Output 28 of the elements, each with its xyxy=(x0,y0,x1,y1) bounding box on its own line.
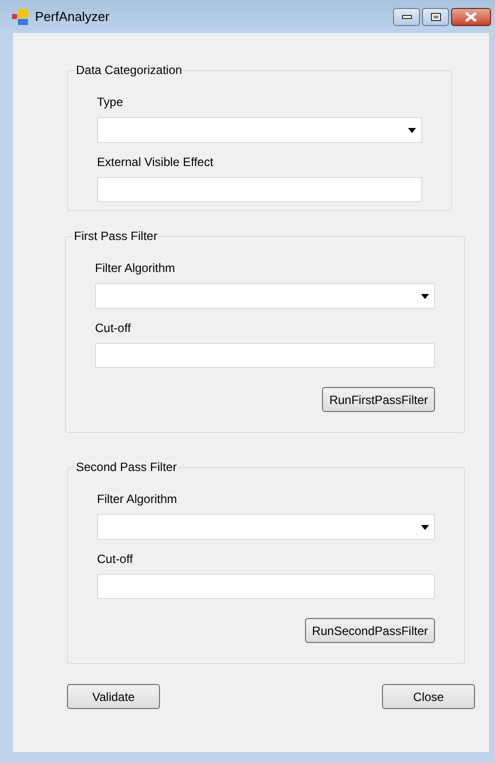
field-label: External Visible Effect xyxy=(97,155,214,170)
field-label: Filter Algorithm xyxy=(97,492,178,507)
minimize-icon xyxy=(402,14,412,18)
maximize-button[interactable] xyxy=(422,8,449,26)
minimize-button[interactable] xyxy=(393,8,420,26)
close-button[interactable] xyxy=(451,8,491,26)
group-title: Data Categorization xyxy=(74,62,184,78)
dropdown[interactable] xyxy=(97,117,422,143)
close-icon xyxy=(465,12,477,22)
caret-icon xyxy=(421,294,429,298)
app-icon xyxy=(12,8,29,24)
input-field[interactable] xyxy=(95,343,435,368)
dropdown[interactable] xyxy=(95,283,435,309)
field-label: Filter Algorithm xyxy=(95,261,176,276)
caret-icon xyxy=(421,524,429,530)
maximize-icon xyxy=(430,12,440,20)
caret-icon xyxy=(408,128,416,132)
field-label: Type xyxy=(97,95,124,110)
field-label: Cut-off xyxy=(97,552,134,567)
window-title: PerfAnalyzer xyxy=(35,8,110,26)
dropdown[interactable] xyxy=(97,514,435,540)
close-dialog-button[interactable]: Close xyxy=(382,684,475,709)
validate-button[interactable]: Validate xyxy=(67,684,160,709)
run-filter-button[interactable]: RunSecondPassFilter xyxy=(304,618,435,643)
input-field[interactable] xyxy=(97,574,435,599)
run-filter-button[interactable]: RunFirstPassFilter xyxy=(322,387,435,412)
field-label: Cut-off xyxy=(95,321,132,336)
input-field[interactable] xyxy=(97,177,422,202)
